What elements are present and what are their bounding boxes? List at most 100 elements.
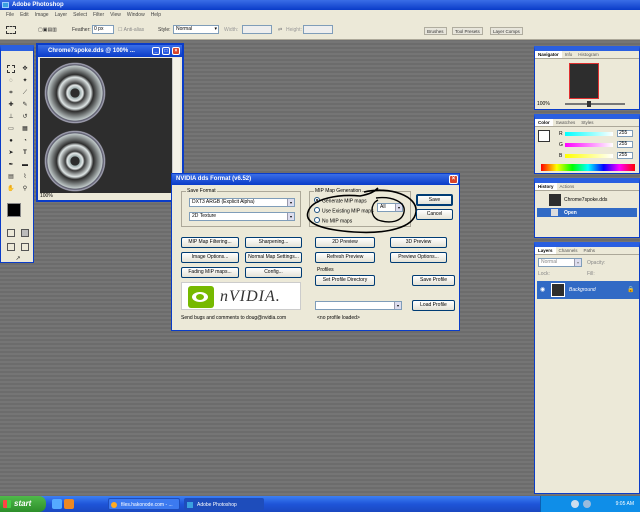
style-select[interactable]: Normal ▾ — [173, 25, 219, 34]
tab-histogram[interactable]: Histogram — [575, 51, 602, 58]
navigator-zoom-slider[interactable] — [565, 103, 625, 105]
start-button[interactable]: start — [0, 496, 46, 512]
blur-tool-icon[interactable]: ● — [7, 137, 15, 145]
jump-to-imageready-icon[interactable]: ↗ — [14, 255, 22, 263]
swap-icon[interactable]: ⇄ — [278, 27, 282, 33]
healing-brush-icon[interactable]: ✚ — [7, 101, 15, 109]
menu-select[interactable]: Select — [70, 10, 90, 20]
crop-tool-icon[interactable]: ⌗ — [7, 89, 15, 97]
tab-navigator[interactable]: Navigator — [535, 51, 562, 58]
navigator-thumbnail[interactable] — [569, 63, 599, 99]
menu-image[interactable]: Image — [32, 10, 52, 20]
tab-layers[interactable]: Layers — [535, 247, 556, 254]
format-select[interactable]: DXT3 ARGB (Explicit Alpha) ▾ — [189, 198, 295, 207]
channel-g-slider[interactable] — [565, 143, 613, 147]
shape-tool-icon[interactable]: ▬ — [21, 161, 29, 169]
width-input[interactable] — [242, 25, 272, 34]
load-profile-button[interactable]: Load Profile — [412, 300, 455, 311]
preview-options-button[interactable]: Preview Options... — [390, 252, 447, 263]
color-ramp[interactable] — [541, 164, 635, 171]
menu-layer[interactable]: Layer — [52, 10, 71, 20]
menu-view[interactable]: View — [107, 10, 124, 20]
hand-tool-icon[interactable]: ✋ — [7, 185, 15, 193]
magic-wand-icon[interactable]: ✦ — [21, 77, 29, 85]
config-button[interactable]: Config... — [245, 267, 302, 278]
close-icon[interactable]: × — [172, 47, 180, 55]
menu-edit[interactable]: Edit — [17, 10, 32, 20]
color-foreground-swatch[interactable] — [538, 130, 550, 142]
anti-alias-checkbox[interactable]: ☐ Anti-alias — [118, 27, 144, 33]
eraser-tool-icon[interactable]: ▭ — [7, 125, 15, 133]
height-input[interactable] — [303, 25, 333, 34]
image-canvas[interactable] — [40, 58, 174, 196]
channel-b-input[interactable]: 255 — [617, 152, 633, 159]
channel-b-slider[interactable] — [565, 154, 613, 158]
marquee-mode-icons[interactable]: ▢▣▤▥ — [38, 27, 57, 33]
history-snapshot[interactable]: Chrome7spoke.dds — [537, 194, 637, 206]
standard-mode-icon[interactable] — [7, 229, 15, 237]
notes-tool-icon[interactable]: ▤ — [7, 173, 15, 181]
tab-paths[interactable]: Paths — [581, 247, 599, 254]
cancel-button[interactable]: Cancel — [416, 209, 453, 220]
marquee-preset-icon[interactable] — [6, 26, 16, 34]
tab-history[interactable]: History — [535, 183, 557, 190]
normal-map-settings-button[interactable]: Normal Map Settings... — [245, 252, 302, 263]
quick-launch-icon[interactable] — [64, 499, 74, 509]
mip-map-filtering-button[interactable]: MIP Map Filtering... — [181, 237, 239, 248]
gradient-tool-icon[interactable]: ▦ — [21, 125, 29, 133]
tab-channels[interactable]: Channels — [556, 247, 581, 254]
lasso-tool-icon[interactable]: ◌ — [7, 77, 15, 85]
quick-mask-icon[interactable] — [21, 229, 29, 237]
palette-well-layer-comps[interactable]: Layer Comps — [490, 27, 523, 35]
history-state[interactable]: Open — [537, 208, 637, 217]
clone-stamp-icon[interactable]: ⊥ — [7, 113, 15, 121]
palette-well-brushes[interactable]: Brushes — [424, 27, 447, 35]
menu-window[interactable]: Window — [124, 10, 148, 20]
palette-well-tool-presets[interactable]: Tool Presets — [452, 27, 483, 35]
navigator-slider-handle[interactable] — [587, 101, 591, 107]
taskbar-item-browser[interactable]: files.hakonode.com - ... — [108, 498, 180, 510]
channel-g-input[interactable]: 255 — [617, 141, 633, 148]
pen-tool-icon[interactable]: ✒ — [7, 161, 15, 169]
set-profile-directory-button[interactable]: Set Profile Directory — [315, 275, 375, 286]
eyedropper-icon[interactable]: ⌇ — [21, 173, 29, 181]
3d-preview-button[interactable]: 3D Preview — [390, 237, 447, 248]
marquee-tool-icon[interactable] — [7, 65, 15, 73]
tab-info[interactable]: Info — [562, 51, 576, 58]
slice-tool-icon[interactable]: ⟋ — [21, 89, 29, 97]
history-brush-icon[interactable]: ↺ — [21, 113, 29, 121]
profile-select[interactable]: ▾ — [315, 301, 402, 310]
dialog-title-bar[interactable]: NVIDIA dds Format (v6.52) × — [172, 174, 459, 185]
brush-tool-icon[interactable]: ✎ — [21, 101, 29, 109]
taskbar-item-photoshop[interactable]: Adobe Photoshop — [184, 498, 264, 510]
sharpening-button[interactable]: Sharpening... — [245, 237, 302, 248]
foreground-color-swatch[interactable] — [7, 203, 21, 217]
visibility-eye-icon[interactable]: ◉ — [540, 286, 545, 293]
minimize-icon[interactable]: _ — [152, 47, 160, 55]
tab-styles[interactable]: Styles — [578, 119, 596, 126]
dodge-tool-icon[interactable]: ◔ — [21, 137, 29, 145]
tray-icon[interactable] — [571, 500, 579, 508]
tab-swatches[interactable]: Swatches — [553, 119, 579, 126]
blend-mode-select[interactable]: Normal ▾ — [538, 258, 582, 267]
screen-mode-icon[interactable] — [7, 243, 15, 251]
zoom-tool-icon[interactable]: ⚲ — [21, 185, 29, 193]
tray-icon[interactable] — [583, 500, 591, 508]
close-icon[interactable]: × — [449, 175, 458, 184]
menu-file[interactable]: File — [0, 10, 17, 20]
document-title-bar[interactable]: Chrome7spoke.dds @ 100% ... _ □ × — [38, 45, 182, 57]
texture-type-select[interactable]: 2D Texture ▾ — [189, 212, 295, 221]
refresh-preview-button[interactable]: Refresh Preview — [315, 252, 375, 263]
save-profile-button[interactable]: Save Profile — [412, 275, 455, 286]
tab-actions[interactable]: Actions — [557, 183, 578, 190]
channel-r-input[interactable]: 255 — [617, 130, 633, 137]
maximize-icon[interactable]: □ — [162, 47, 170, 55]
feather-input[interactable]: 0 px — [92, 25, 114, 34]
full-screen-icon[interactable] — [21, 243, 29, 251]
quick-launch-icon[interactable] — [52, 499, 62, 509]
channel-r-slider[interactable] — [565, 132, 613, 136]
image-options-button[interactable]: Image Options... — [181, 252, 239, 263]
move-tool-icon[interactable]: ✥ — [21, 65, 29, 73]
layer-row-background[interactable]: ◉ Background 🔒 — [537, 281, 639, 299]
path-selection-icon[interactable]: ➤ — [7, 149, 15, 157]
